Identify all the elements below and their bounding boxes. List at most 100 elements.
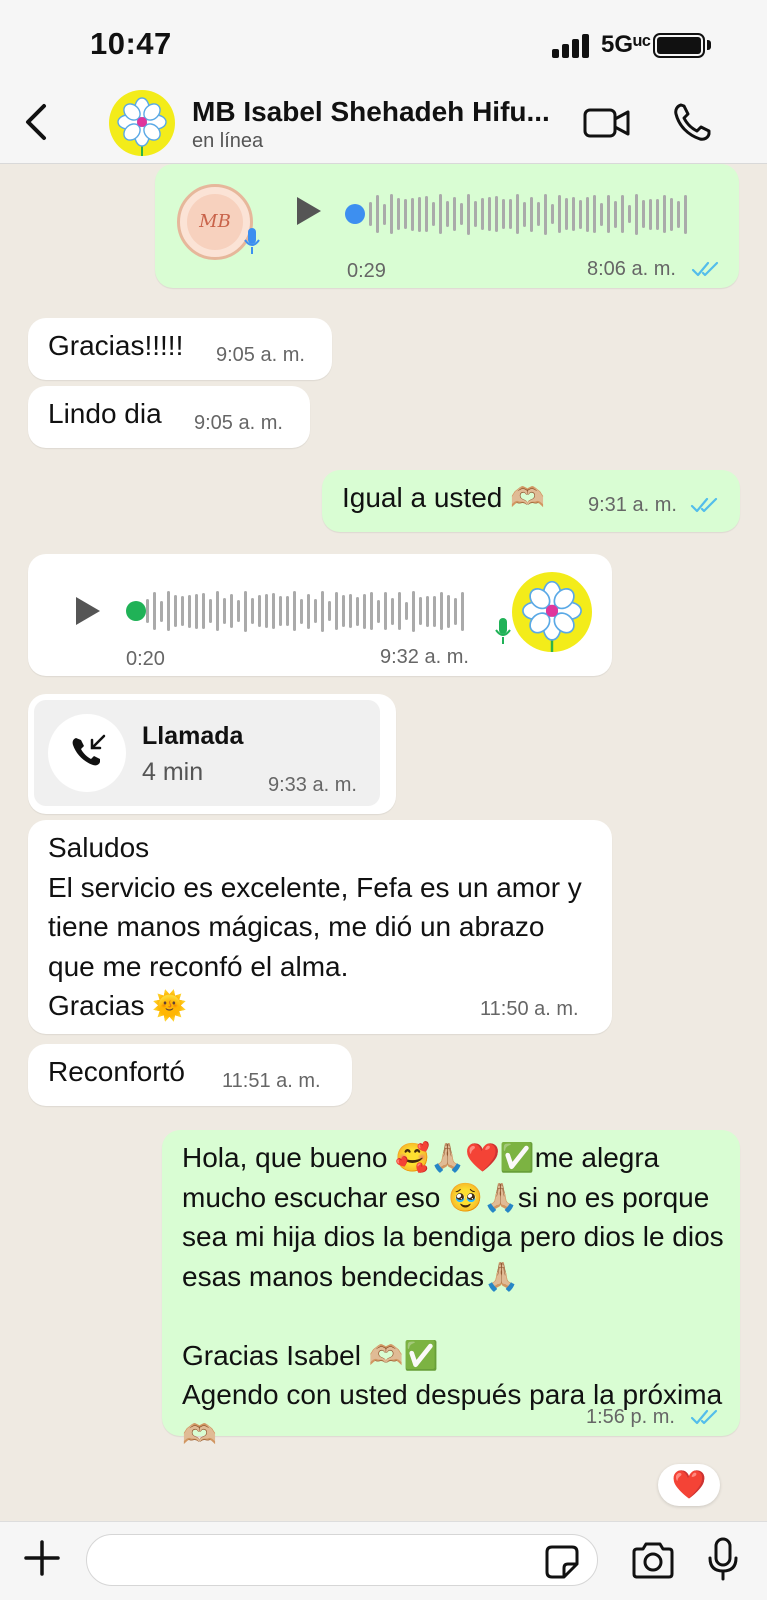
- waveform-bar: [160, 600, 163, 622]
- waveform-bar: [439, 194, 442, 234]
- status-time: 10:47: [90, 26, 172, 61]
- network-label: 5Gᵘᶜ: [601, 31, 651, 58]
- waveform-bar: [181, 596, 184, 626]
- flower-icon: [522, 580, 582, 652]
- waveform-bar: [265, 594, 268, 628]
- waveform-bar: [488, 197, 491, 231]
- waveform-bar: [460, 203, 463, 225]
- waveform-bar: [481, 198, 484, 230]
- waveform-bar: [551, 204, 554, 224]
- outgoing-message[interactable]: Hola, que bueno 🥰🙏🏼❤️✅me alegra mucho es…: [162, 1130, 740, 1450]
- message-time: 1:56 p. m.: [586, 1406, 675, 1428]
- call-title: Llamada: [142, 722, 244, 750]
- waveform[interactable]: [369, 191, 695, 237]
- composer-bar: [0, 1521, 767, 1600]
- waveform-bar: [558, 195, 561, 233]
- waveform-bar: [453, 197, 456, 231]
- waveform-bar: [412, 590, 415, 632]
- message-text: Reconfortó: [48, 1056, 185, 1087]
- incoming-message[interactable]: Gracias!!!!! 9:05 a. m.: [28, 318, 332, 380]
- waveform-bar: [600, 202, 603, 226]
- call-message[interactable]: Llamada 4 min 9:33 a. m.: [28, 694, 396, 814]
- chat-area[interactable]: MB 0:29 8:06 a. m. Gracias!!!!! 9:05 a. …: [0, 164, 767, 1521]
- message-time: 9:33 a. m.: [268, 774, 357, 796]
- waveform-bar: [377, 599, 380, 623]
- message-text: Gracias!!!!!: [48, 330, 184, 361]
- waveform-bar: [586, 196, 589, 232]
- waveform-bar: [663, 195, 666, 233]
- message-time: 9:05 a. m.: [194, 412, 283, 434]
- outgoing-message[interactable]: Igual a usted 🫶🏼 9:31 a. m.: [322, 470, 740, 532]
- skincare-logo-icon: MB: [187, 194, 243, 250]
- battery-icon: [653, 33, 705, 58]
- waveform-bar: [607, 195, 610, 233]
- camera-icon[interactable]: [630, 1540, 676, 1580]
- waveform-bar: [614, 200, 617, 228]
- waveform-bar: [293, 591, 296, 631]
- waveform-bar: [195, 593, 198, 629]
- contact-name[interactable]: MB Isabel Shehadeh Hifu...: [192, 96, 562, 128]
- svg-text:MB: MB: [198, 211, 231, 232]
- waveform-bar: [209, 599, 212, 623]
- waveform-bar: [635, 193, 638, 235]
- waveform-bar: [398, 592, 401, 630]
- play-icon[interactable]: [70, 594, 104, 628]
- message-text: Igual a usted 🫶🏼: [342, 482, 545, 513]
- waveform-bar: [446, 201, 449, 227]
- waveform-bar: [579, 199, 582, 229]
- battery-tip: [707, 40, 711, 50]
- waveform-bar: [454, 597, 457, 625]
- sticker-icon[interactable]: [544, 1544, 580, 1580]
- waveform-bar: [335, 592, 338, 630]
- waveform-bar: [418, 196, 421, 232]
- waveform-bar: [202, 593, 205, 629]
- microphone-icon[interactable]: [706, 1536, 740, 1582]
- play-icon[interactable]: [291, 194, 325, 228]
- back-arrow-icon[interactable]: [18, 100, 58, 144]
- waveform-bar: [447, 594, 450, 628]
- waveform-bar: [495, 196, 498, 232]
- voice-message-out[interactable]: MB 0:29 8:06 a. m.: [155, 164, 739, 288]
- flower-icon: [117, 97, 167, 156]
- voice-progress-dot[interactable]: [126, 601, 146, 621]
- waveform-bar: [572, 197, 575, 231]
- message-time: 9:31 a. m.: [588, 494, 677, 516]
- call-duration: 4 min: [142, 758, 204, 786]
- call-card[interactable]: Llamada 4 min 9:33 a. m.: [34, 700, 380, 806]
- waveform[interactable]: [146, 588, 468, 634]
- heart-reaction[interactable]: ❤️: [658, 1464, 720, 1506]
- message-input[interactable]: [86, 1534, 598, 1586]
- phone-call-icon[interactable]: [672, 100, 712, 144]
- plus-icon[interactable]: [22, 1538, 62, 1578]
- sender-avatar: [512, 572, 592, 652]
- incoming-message[interactable]: Reconfortó 11:51 a. m.: [28, 1044, 352, 1106]
- waveform-bar: [405, 602, 408, 620]
- waveform-bar: [153, 592, 156, 630]
- waveform-bar: [188, 594, 191, 628]
- waveform-bar: [146, 599, 149, 623]
- waveform-bar: [467, 193, 470, 235]
- incoming-message[interactable]: Saludos El servicio es excelente, Fefa e…: [28, 820, 612, 1034]
- incoming-message[interactable]: Lindo dia 9:05 a. m.: [28, 386, 310, 448]
- video-call-icon[interactable]: [582, 102, 632, 142]
- waveform-bar: [677, 200, 680, 228]
- read-ticks-icon: [691, 261, 719, 277]
- voice-progress-dot[interactable]: [345, 204, 365, 224]
- voice-message-in[interactable]: 0:20 9:32 a. m.: [28, 554, 612, 676]
- waveform-bar: [537, 202, 540, 226]
- waveform-bar: [356, 596, 359, 626]
- waveform-bar: [523, 201, 526, 227]
- waveform-bar: [425, 196, 428, 232]
- waveform-bar: [509, 199, 512, 229]
- waveform-bar: [383, 203, 386, 225]
- waveform-bar: [328, 601, 331, 621]
- voice-duration: 0:29: [347, 260, 386, 282]
- waveform-bar: [300, 598, 303, 624]
- contact-avatar[interactable]: [109, 90, 175, 156]
- waveform-bar: [642, 200, 645, 228]
- message-time: 11:50 a. m.: [480, 998, 579, 1020]
- message-time: 11:51 a. m.: [222, 1070, 321, 1092]
- waveform-bar: [544, 193, 547, 235]
- read-ticks-icon: [690, 1409, 718, 1425]
- waveform-bar: [656, 198, 659, 230]
